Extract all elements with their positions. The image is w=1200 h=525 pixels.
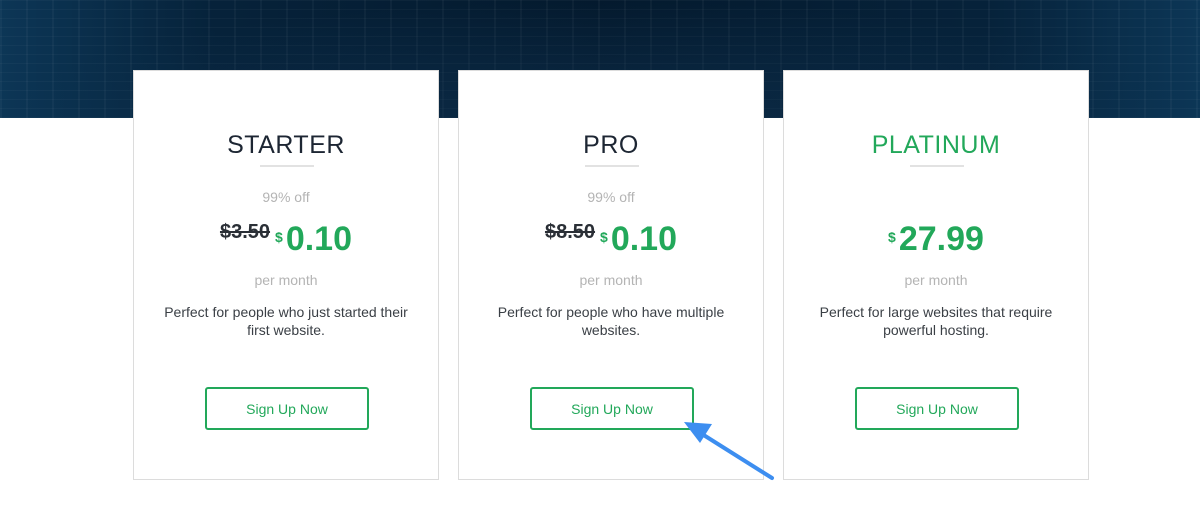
title-divider xyxy=(910,165,964,167)
original-price: $8.50 xyxy=(544,221,596,243)
currency-symbol: $ xyxy=(600,229,608,245)
currency-symbol: $ xyxy=(888,229,896,245)
pricing-card-platinum: PLATINUM $ 27.99 per month Perfect for l… xyxy=(783,70,1089,480)
plan-title: STARTER xyxy=(227,131,345,159)
plan-title: PLATINUM xyxy=(871,131,1001,159)
sale-price: 0.10 xyxy=(610,220,678,258)
pricing-card-pro: PRO 99% off $8.50 $ 0.10 per month Perfe… xyxy=(458,70,764,480)
plan-description: Perfect for large websites that require … xyxy=(819,304,1053,338)
title-divider xyxy=(585,165,639,167)
billing-period: per month xyxy=(254,272,318,288)
sign-up-button-pro[interactable]: Sign Up Now xyxy=(530,387,694,430)
plan-title: PRO xyxy=(583,131,639,159)
sale-price: 27.99 xyxy=(898,220,984,258)
plan-description: Perfect for people who have multiple web… xyxy=(497,304,725,338)
currency-symbol: $ xyxy=(275,229,283,245)
price-row: $ 27.99 xyxy=(784,219,1088,263)
pricing-card-starter: STARTER 99% off $3.50 $ 0.10 per month P… xyxy=(133,70,439,480)
plan-description: Perfect for people who just started thei… xyxy=(164,304,408,338)
title-divider xyxy=(260,165,314,167)
sale-price: 0.10 xyxy=(285,220,353,258)
price-row: $3.50 $ 0.10 xyxy=(134,219,438,263)
billing-period: per month xyxy=(904,272,968,288)
discount-label: 99% off xyxy=(262,189,310,205)
price-row: $8.50 $ 0.10 xyxy=(459,219,763,263)
original-price: $3.50 xyxy=(219,221,271,243)
discount-label: 99% off xyxy=(587,189,635,205)
billing-period: per month xyxy=(579,272,643,288)
sign-up-button-platinum[interactable]: Sign Up Now xyxy=(855,387,1019,430)
sign-up-button-starter[interactable]: Sign Up Now xyxy=(205,387,369,430)
